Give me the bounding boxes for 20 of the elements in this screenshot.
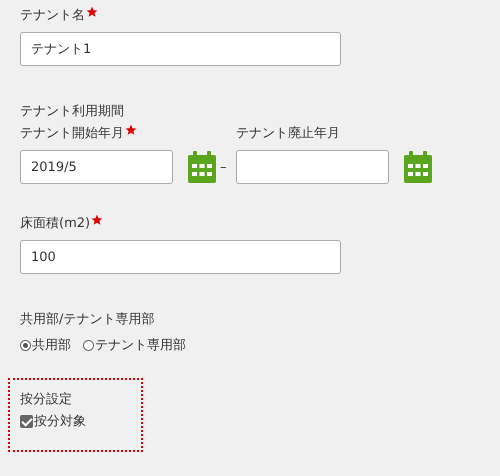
section-heading: 按分設定	[20, 391, 73, 408]
date-field[interactable]: 2019/5	[20, 150, 173, 184]
required-star-icon	[125, 124, 137, 136]
number-field[interactable]: 100	[20, 240, 341, 274]
calendar-icon[interactable]	[188, 151, 216, 183]
radio-option[interactable]: 共用部	[20, 336, 71, 354]
required-star-icon	[86, 6, 98, 18]
section-heading: 共用部/テナント専用部	[20, 311, 154, 328]
field-label: 床面積(m2)	[20, 215, 90, 232]
field-label: テナント開始年月	[20, 125, 124, 142]
required-star-icon	[91, 214, 104, 226]
text-field[interactable]: テナント1	[20, 32, 341, 66]
radio-option[interactable]: テナント専用部	[83, 336, 186, 354]
calendar-icon[interactable]	[404, 151, 432, 183]
field-label: テナント名	[20, 7, 85, 24]
field-label: テナント廃止年月	[236, 125, 340, 142]
section-heading: テナント利用期間	[20, 103, 124, 120]
range-separator: –	[220, 160, 228, 174]
date-field[interactable]	[236, 150, 389, 184]
checkbox-option[interactable]: 按分対象	[20, 412, 131, 430]
